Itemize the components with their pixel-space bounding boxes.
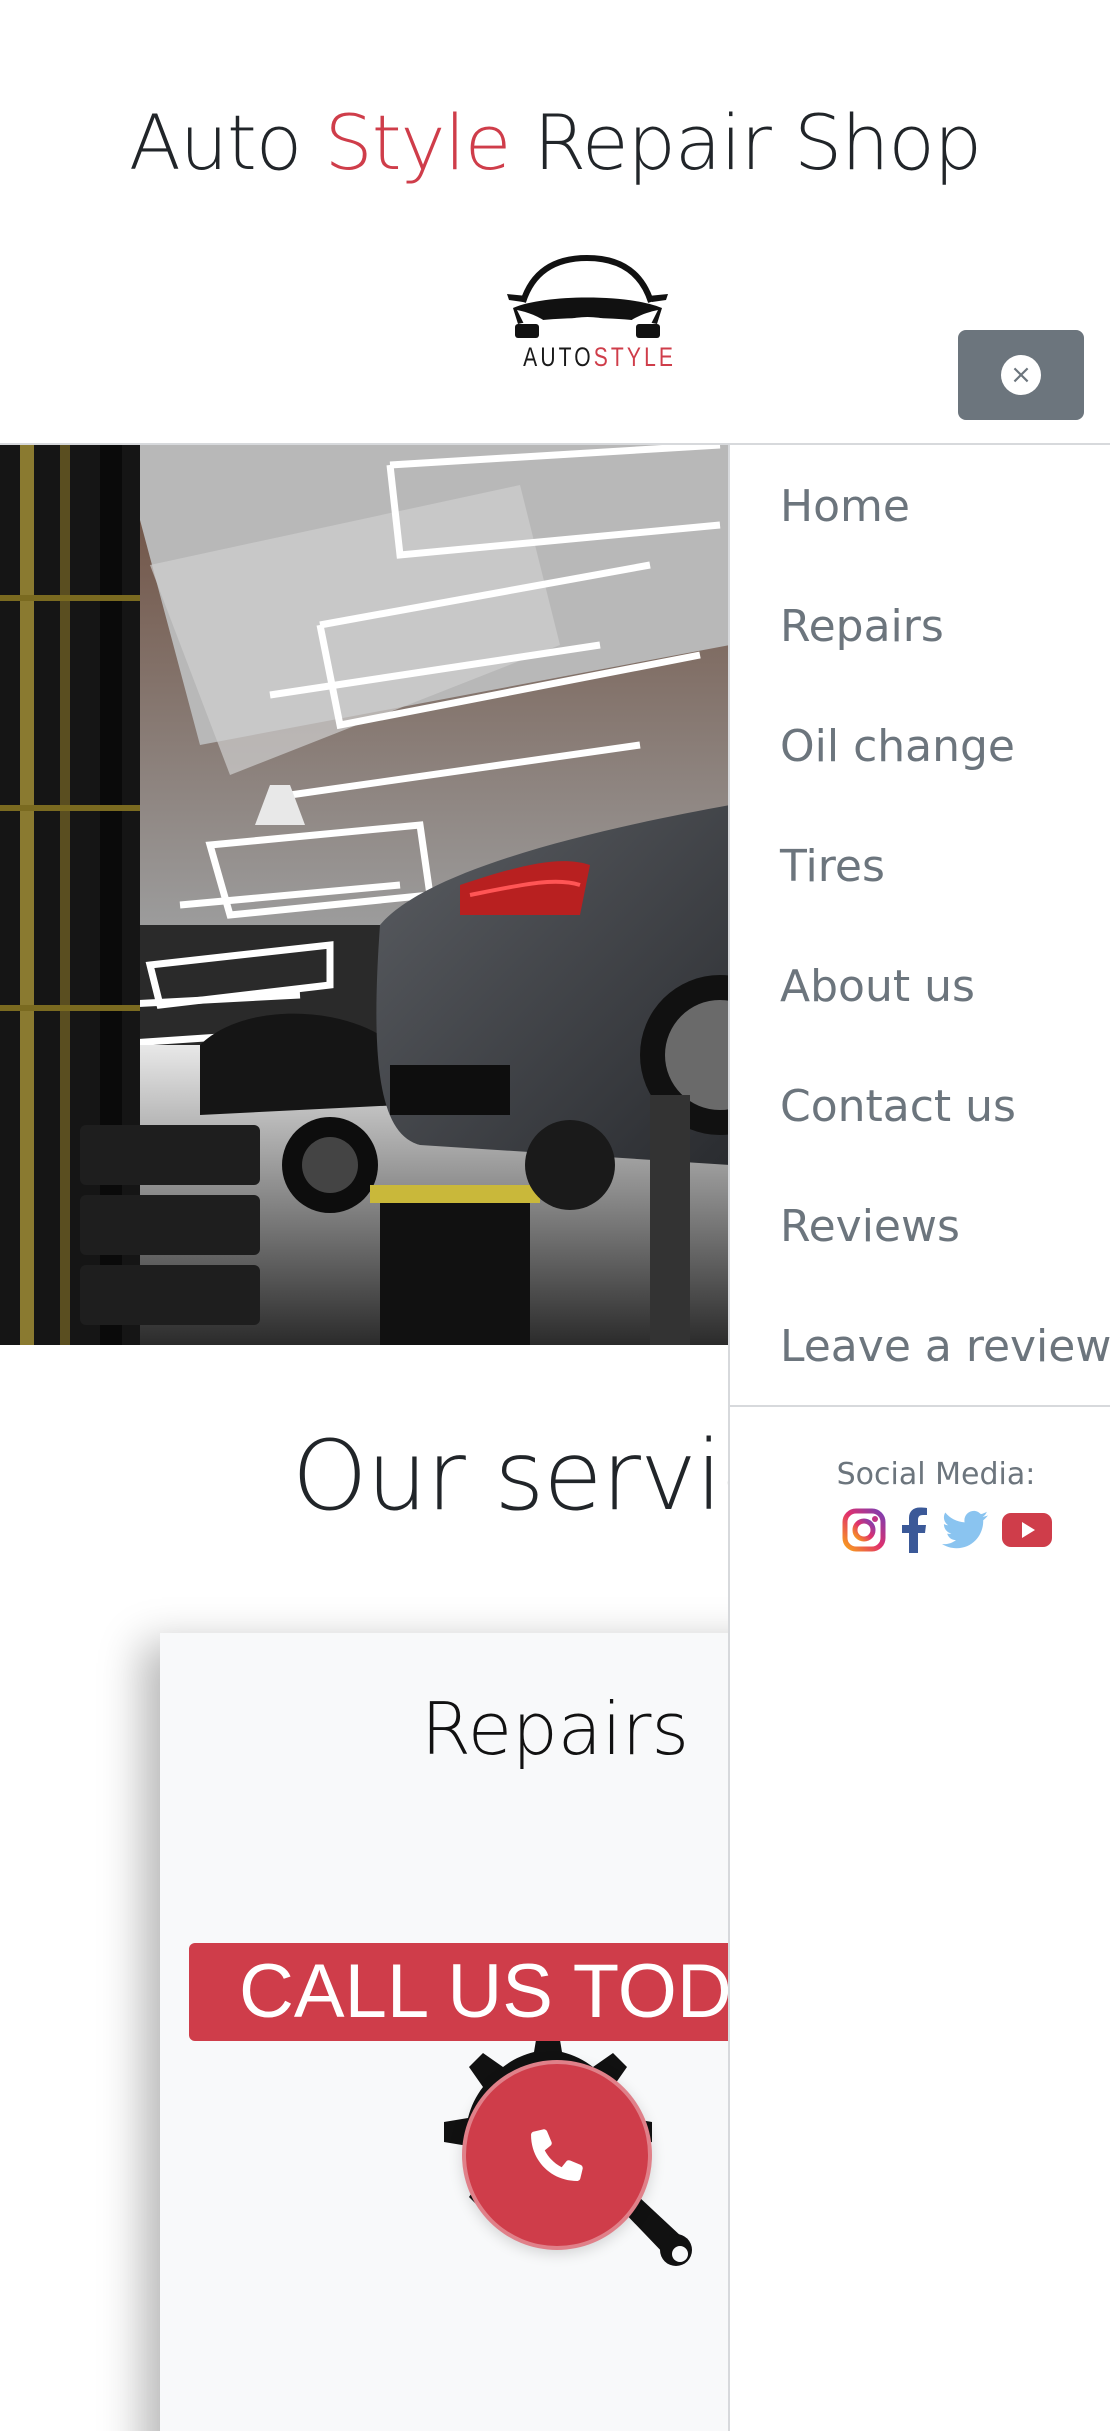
call-button[interactable]	[462, 2060, 652, 2250]
garage-photo	[0, 445, 730, 1345]
logo-text: AUTOSTYLE	[523, 342, 673, 373]
phone-icon	[531, 2129, 583, 2181]
logo-text-1: AUTO	[523, 342, 594, 372]
hero-image	[0, 445, 730, 1345]
menu-item-leave-a-review[interactable]: Leave a review	[730, 1287, 1110, 1407]
close-icon: ×	[1001, 355, 1041, 395]
youtube-icon[interactable]	[1002, 1507, 1052, 1553]
social-icons	[842, 1507, 1052, 1553]
facebook-icon[interactable]	[900, 1507, 928, 1553]
menu-divider	[730, 1405, 1110, 1407]
site-title-part2: Repair Shop	[533, 98, 983, 187]
menu-item-tires[interactable]: Tires	[730, 807, 1110, 927]
menu-item-reviews[interactable]: Reviews	[730, 1167, 1110, 1287]
logo-text-2: STYLE	[593, 342, 677, 372]
menu-item-repairs[interactable]: Repairs	[730, 567, 1110, 687]
menu-list: Home Repairs Oil change Tires About us C…	[730, 445, 1110, 1407]
services-section-title: Our servic	[292, 1420, 774, 1532]
menu-item-about-us[interactable]: About us	[730, 927, 1110, 1047]
menu-item-home[interactable]: Home	[730, 447, 1110, 567]
site-title: Auto Style Repair Shop	[0, 105, 1110, 181]
car-logo-icon	[507, 254, 668, 338]
offcanvas-menu: Home Repairs Oil change Tires About us C…	[728, 445, 1110, 2431]
menu-item-contact-us[interactable]: Contact us	[730, 1047, 1110, 1167]
page: Auto Style Repair Shop AUTOSTYLE × Our s…	[0, 0, 1110, 2431]
social-media-label: Social Media:	[836, 1457, 1036, 1492]
instagram-icon[interactable]	[842, 1507, 886, 1553]
autostyle-logo[interactable]: AUTOSTYLE	[505, 250, 673, 380]
site-title-part1: Auto	[128, 98, 302, 187]
twitter-icon[interactable]	[942, 1507, 988, 1553]
site-title-accent: Style	[324, 98, 511, 187]
menu-item-oil-change[interactable]: Oil change	[730, 687, 1110, 807]
close-menu-button[interactable]: ×	[958, 330, 1084, 420]
